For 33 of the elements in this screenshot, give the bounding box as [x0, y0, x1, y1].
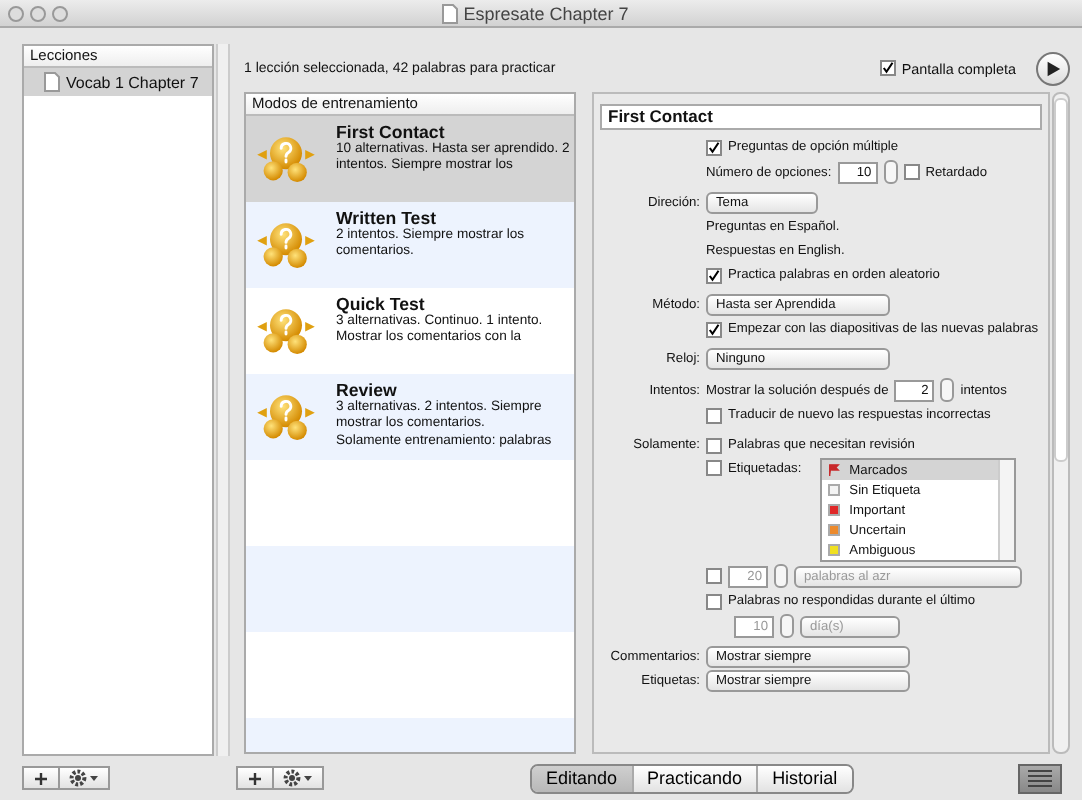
add-button[interactable] — [22, 766, 60, 790]
list-icon — [1026, 768, 1054, 788]
play-icon — [1044, 59, 1062, 77]
stepper[interactable] — [780, 614, 794, 638]
scroll-bar[interactable] — [1052, 92, 1070, 754]
zoom-button[interactable] — [52, 5, 68, 21]
mode-title: Review — [336, 380, 399, 400]
add-button[interactable] — [236, 766, 274, 790]
gear-menu-button[interactable] — [60, 766, 110, 790]
stepper[interactable] — [940, 378, 955, 402]
mode-title: First Contact — [336, 122, 447, 142]
split-handle[interactable] — [216, 44, 230, 756]
minimize-button[interactable] — [30, 5, 46, 21]
lesson-name: Vocab 1 Chapter 7 — [66, 73, 199, 91]
view-tab[interactable]: Editando — [532, 765, 632, 791]
plus-icon — [248, 771, 262, 785]
plus-icon — [34, 771, 48, 785]
play-button[interactable] — [1036, 51, 1070, 85]
mode-title: Quick Test — [336, 294, 427, 314]
stepper[interactable] — [883, 160, 898, 184]
name-field[interactable]: First Contact — [600, 104, 1042, 130]
scroll-bar[interactable] — [997, 460, 1014, 560]
lesson-item[interactable]: Vocab 1 Chapter 7 — [24, 68, 213, 96]
gear-menu-button[interactable] — [274, 766, 324, 790]
close-button[interactable] — [8, 5, 24, 21]
stepper[interactable] — [774, 564, 788, 588]
document-icon — [441, 3, 458, 23]
view-tab[interactable]: Historial — [756, 765, 852, 791]
list-view-button[interactable] — [1018, 763, 1062, 793]
view-tab[interactable]: Practicando — [631, 765, 757, 791]
mode-title: Written Test — [336, 208, 439, 228]
document-icon — [44, 72, 60, 92]
window-title: Espresate Chapter 7 — [463, 3, 629, 23]
